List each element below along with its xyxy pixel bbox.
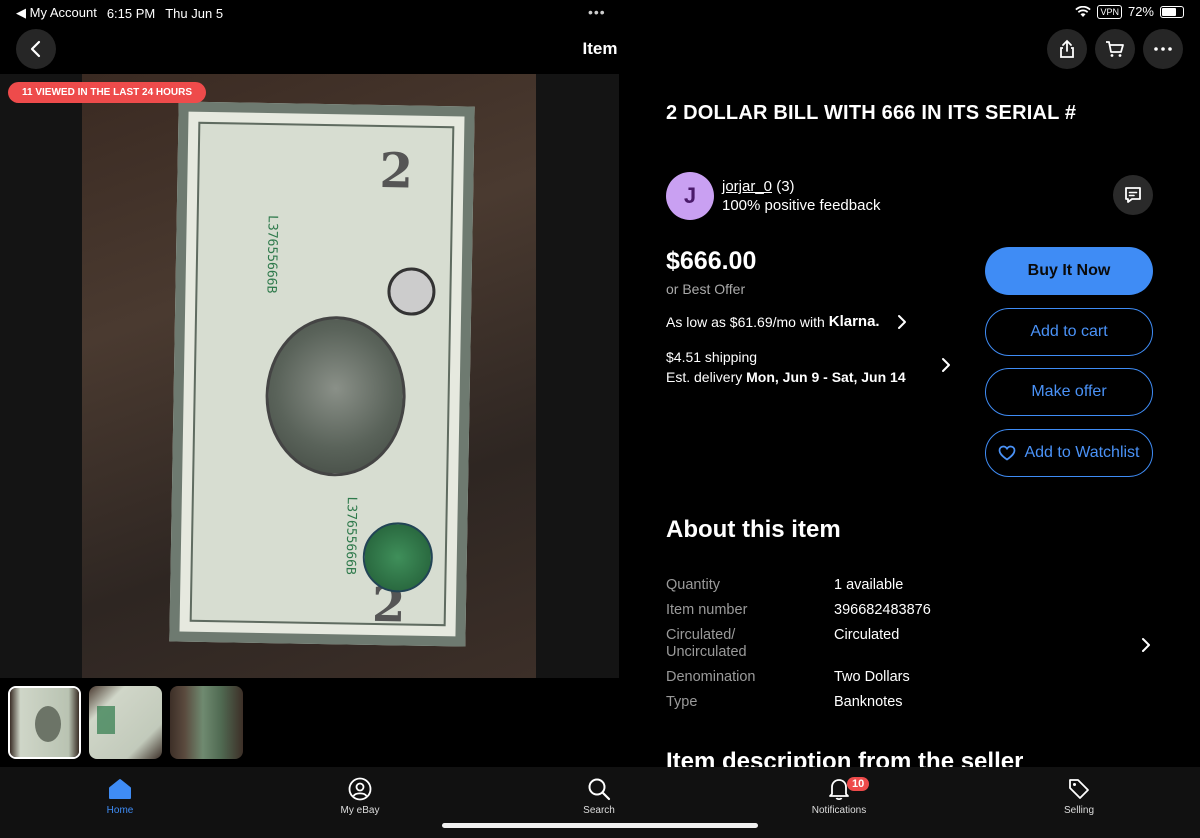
spec-key: Item number xyxy=(666,602,748,618)
home-indicator[interactable] xyxy=(442,823,758,828)
battery-percent: 72% xyxy=(1127,4,1154,19)
spec-row: Denomination Two Dollars xyxy=(666,669,1166,686)
heart-icon xyxy=(999,445,1016,461)
tab-home[interactable]: Home xyxy=(60,775,180,816)
two-dollar-bill-image: 2 2 L37655666B L37655666B xyxy=(169,101,475,647)
spec-row: Item number 396682483876 xyxy=(666,602,1166,619)
item-specifics[interactable]: Quantity 1 available Item number 3966824… xyxy=(666,577,1166,719)
multitasking-dots[interactable]: ••• xyxy=(588,4,606,20)
thumbnail-2[interactable] xyxy=(89,686,162,759)
specifics-chevron-right-icon[interactable] xyxy=(1140,637,1152,653)
spec-row: Quantity 1 available xyxy=(666,577,1166,594)
image-gallery[interactable]: 2 2 L37655666B L37655666B xyxy=(0,74,619,678)
serial-number-top: L37655666B xyxy=(263,214,280,294)
status-bar: ◀ My Account 6:15 PM Thu Jun 5 ••• VPN 7… xyxy=(0,0,1200,26)
battery-fill xyxy=(1162,7,1176,16)
spec-key: Denomination xyxy=(666,669,756,685)
notifications-count-badge: 10 xyxy=(847,777,870,791)
thumbnail-3[interactable] xyxy=(170,686,243,759)
back-to-app-link[interactable]: ◀ My Account xyxy=(16,5,97,21)
seller-avatar[interactable]: J xyxy=(666,172,714,220)
seller-name-link[interactable]: jorjar_0 xyxy=(722,178,772,195)
more-horizontal-icon xyxy=(1154,47,1172,51)
about-heading: About this item xyxy=(666,516,841,543)
battery-icon xyxy=(1160,5,1184,18)
spec-value: Two Dollars xyxy=(834,669,910,685)
tab-search[interactable]: Search xyxy=(539,775,659,816)
klarna-text: As low as $61.69/mo with xyxy=(666,313,825,330)
wifi-icon xyxy=(1075,5,1092,17)
item-price: $666.00 xyxy=(666,247,757,275)
spec-value: Circulated xyxy=(834,627,900,643)
item-title: 2 DOLLAR BILL WITH 666 IN ITS SERIAL # xyxy=(666,102,1077,124)
watchlist-label: Add to Watchlist xyxy=(1024,444,1140,461)
klarna-financing-row[interactable]: As low as $61.69/mo with Klarna. xyxy=(666,313,880,330)
thumbnail-strip xyxy=(8,686,243,759)
klarna-brand: Klarna. xyxy=(828,313,880,330)
spec-key: Circulated/ Uncirculated xyxy=(666,627,747,660)
tab-search-label: Search xyxy=(583,805,615,816)
share-icon xyxy=(1060,39,1074,58)
buy-it-now-button[interactable]: Buy It Now xyxy=(985,247,1153,295)
share-button[interactable] xyxy=(1047,29,1087,69)
status-time: 6:15 PM xyxy=(106,5,156,21)
tab-my-ebay[interactable]: My eBay xyxy=(300,775,420,816)
viewed-badge: 11 VIEWED IN THE LAST 24 HOURS xyxy=(8,82,207,103)
tab-notifications[interactable]: Notifications 10 xyxy=(779,775,899,816)
thumbnail-1[interactable] xyxy=(8,686,81,759)
home-icon xyxy=(109,779,131,799)
seller-info[interactable]: jorjar_0 (3) 100% positive feedback xyxy=(722,177,880,215)
tab-selling-label: Selling xyxy=(1063,805,1095,816)
more-options-button[interactable] xyxy=(1143,29,1183,69)
add-to-cart-button[interactable]: Add to cart xyxy=(985,308,1153,356)
contact-seller-button[interactable] xyxy=(1113,175,1153,215)
tab-selling[interactable]: Selling xyxy=(1019,775,1139,816)
delivery-prefix: Est. delivery xyxy=(666,369,743,385)
add-to-watchlist-button[interactable]: Add to Watchlist xyxy=(985,429,1153,477)
seller-feedback: 100% positive feedback xyxy=(722,197,881,214)
cart-icon xyxy=(1106,41,1124,57)
main-item-photo[interactable]: 2 2 L37655666B L37655666B xyxy=(82,74,536,678)
tab-notifications-label: Notifications xyxy=(811,805,867,816)
spec-value: Banknotes xyxy=(834,694,903,710)
tag-icon xyxy=(1069,779,1089,799)
message-icon xyxy=(1125,187,1141,203)
make-offer-button[interactable]: Make offer xyxy=(985,368,1153,416)
serial-number-bottom: L37655666B xyxy=(342,496,359,575)
account-icon xyxy=(348,777,372,801)
spec-value: 396682483876 xyxy=(834,602,931,618)
vpn-badge: VPN xyxy=(1097,4,1122,19)
spec-row: Circulated/ Uncirculated Circulated xyxy=(666,627,1166,661)
description-heading[interactable]: Item description from the seller xyxy=(666,748,1023,768)
shipping-info[interactable]: $4.51 shipping Est. delivery Mon, Jun 9 … xyxy=(666,347,906,387)
seller-score: (3) xyxy=(776,178,795,195)
spec-row: Type Banknotes xyxy=(666,694,1166,711)
klarna-chevron-right-icon[interactable] xyxy=(896,314,908,330)
shipping-chevron-right-icon[interactable] xyxy=(940,357,952,373)
page-title: Item xyxy=(582,39,618,58)
status-date: Thu Jun 5 xyxy=(165,5,224,21)
best-offer-label: or Best Offer xyxy=(666,281,746,297)
tab-my-ebay-label: My eBay xyxy=(340,805,380,816)
cart-button[interactable] xyxy=(1095,29,1135,69)
search-icon xyxy=(588,778,611,801)
shipping-cost: $4.51 shipping xyxy=(666,349,758,365)
back-app-label: My Account xyxy=(29,5,97,20)
tab-home-label: Home xyxy=(106,805,134,816)
spec-value: 1 available xyxy=(834,577,904,593)
spec-key: Type xyxy=(666,694,698,710)
spec-key: Quantity xyxy=(666,577,720,593)
delivery-dates: Mon, Jun 9 - Sat, Jun 14 xyxy=(746,369,906,385)
